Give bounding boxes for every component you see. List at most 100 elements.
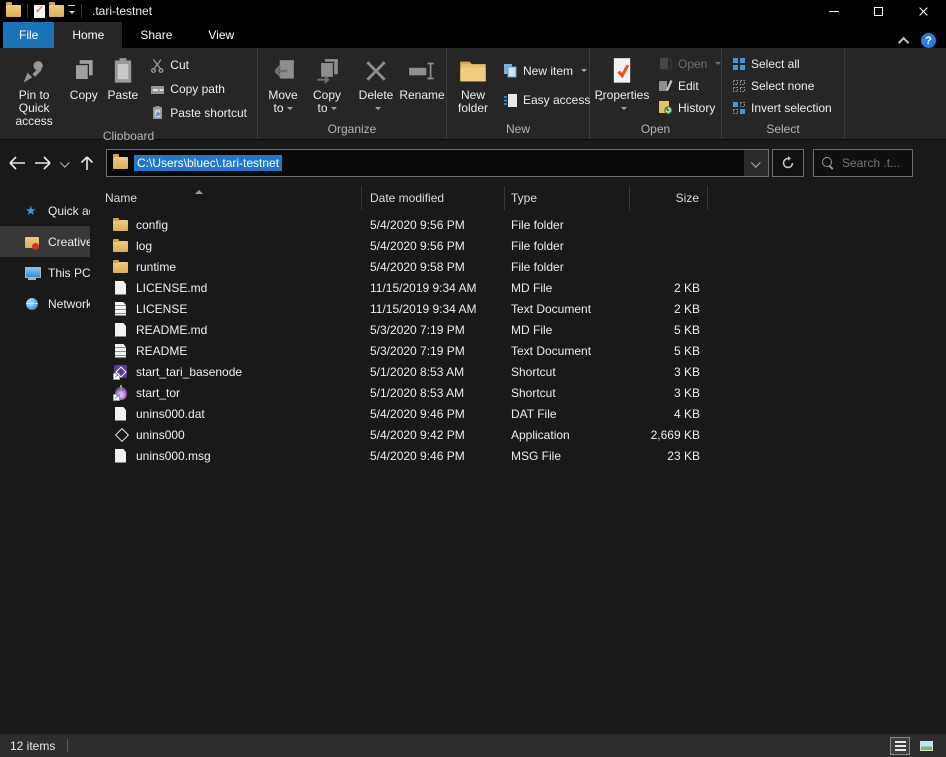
file-type: MSG File <box>505 445 630 466</box>
shortcut-arrow-icon: ↗ <box>113 373 120 380</box>
details-view-icon <box>895 741 906 751</box>
address-dropdown-button[interactable] <box>744 150 768 176</box>
copy-path-button[interactable]: Copy path <box>147 79 250 100</box>
table-row[interactable]: runtime 5/4/2020 9:58 PM File folder <box>90 256 946 277</box>
qat-customize-button[interactable] <box>68 5 75 17</box>
table-row[interactable]: LICENSE.md 11/15/2019 9:34 AM MD File 2 … <box>90 277 946 298</box>
back-button[interactable] <box>4 150 30 176</box>
copy-button[interactable]: Copy <box>65 50 102 128</box>
tab-share[interactable]: Share <box>122 22 190 48</box>
file-type: DAT File <box>505 403 630 424</box>
address-bar[interactable]: C:\Users\bluec\.tari-testnet <box>106 149 769 177</box>
delete-button[interactable]: Delete <box>355 50 397 121</box>
search-input[interactable] <box>842 156 904 170</box>
table-row[interactable]: LICENSE 11/15/2019 9:34 AM Text Document… <box>90 298 946 319</box>
ribbon-group-organize: Move to Copy to Delete Rename <box>258 48 447 139</box>
easy-access-icon <box>503 93 518 108</box>
file-type: Shortcut <box>505 361 630 382</box>
rename-button[interactable]: Rename <box>397 50 447 121</box>
file-date-modified: 5/3/2020 7:19 PM <box>362 319 505 340</box>
table-row[interactable]: README.md 5/3/2020 7:19 PM MD File 5 KB <box>90 319 946 340</box>
edit-button[interactable]: Edit <box>655 75 724 96</box>
address-path-text[interactable]: C:\Users\bluec\.tari-testnet <box>134 155 282 171</box>
file-rows: config 5/4/2020 9:56 PM File folder log … <box>90 214 946 466</box>
folder-icon <box>113 217 129 233</box>
tab-home[interactable]: Home <box>54 22 122 48</box>
recent-locations-button[interactable] <box>56 150 74 176</box>
column-header-size[interactable]: Size <box>630 186 708 210</box>
select-none-button[interactable]: Select none <box>729 75 835 96</box>
help-icon[interactable]: ? <box>921 33 936 48</box>
table-row[interactable]: log 5/4/2020 9:56 PM File folder <box>90 235 946 256</box>
history-button[interactable]: History <box>655 97 724 118</box>
sidebar-item-quick-ac[interactable]: Quick ac <box>0 195 90 226</box>
status-bar: 12 items <box>0 734 946 757</box>
scissors-icon <box>150 58 165 73</box>
cut-button[interactable]: Cut <box>147 55 250 76</box>
file-name: README <box>136 344 187 358</box>
tab-file[interactable]: File <box>3 22 54 48</box>
new-folder-button[interactable]: New folder <box>450 50 496 121</box>
details-view-button[interactable] <box>890 737 910 755</box>
properties-qat-icon[interactable]: ✓ <box>34 5 45 18</box>
file-size: 4 KB <box>630 403 708 424</box>
sidebar-item-creative[interactable]: Creative <box>0 226 90 257</box>
table-row[interactable]: ↗ start_tari_basenode 5/1/2020 8:53 AM S… <box>90 361 946 382</box>
new-folder-qat-icon[interactable] <box>49 5 64 17</box>
refresh-button[interactable] <box>772 149 804 177</box>
invert-selection-button[interactable]: Invert selection <box>729 97 835 118</box>
properties-icon <box>610 53 634 89</box>
group-label-new: New <box>447 121 589 139</box>
table-row[interactable]: unins000 5/4/2020 9:42 PM Application 2,… <box>90 424 946 445</box>
folder-icon <box>113 157 128 169</box>
column-header-date-modified[interactable]: Date modified <box>362 186 505 210</box>
minimize-button[interactable] <box>811 0 856 22</box>
tab-view[interactable]: View <box>190 22 252 48</box>
table-row[interactable]: unins000.msg 5/4/2020 9:46 PM MSG File 2… <box>90 445 946 466</box>
paste-shortcut-icon <box>150 105 165 120</box>
large-icons-view-button[interactable] <box>916 737 936 755</box>
new-folder-icon <box>458 53 488 89</box>
file-type: File folder <box>505 235 630 256</box>
folder-icon <box>113 259 129 275</box>
copy-to-button[interactable]: Copy to <box>305 50 349 121</box>
back-arrow-icon <box>8 156 26 170</box>
table-row[interactable]: README 5/3/2020 7:19 PM Text Document 5 … <box>90 340 946 361</box>
file-date-modified: 5/3/2020 7:19 PM <box>362 340 505 361</box>
dropdown-caret <box>287 107 293 113</box>
dropdown-caret <box>715 62 721 68</box>
paste-icon <box>111 53 135 89</box>
paste-shortcut-button[interactable]: Paste shortcut <box>147 102 250 123</box>
dropdown-caret <box>621 107 627 113</box>
sidebar-item-this-pc[interactable]: This PC <box>0 257 90 288</box>
close-button[interactable] <box>901 0 946 22</box>
pin-to-quick-access-button[interactable]: Pin to Quick access <box>3 50 65 128</box>
select-all-button[interactable]: Select all <box>729 53 835 74</box>
table-row[interactable]: unins000.dat 5/4/2020 9:46 PM DAT File 4… <box>90 403 946 424</box>
gem-icon <box>113 427 129 443</box>
file-name: start_tari_basenode <box>136 365 242 379</box>
minimize-icon <box>829 11 839 12</box>
properties-button[interactable]: Properties <box>593 50 651 121</box>
shortcut-arrow-icon: ↗ <box>113 394 120 401</box>
paste-button[interactable]: Paste <box>102 50 143 128</box>
file-date-modified: 5/1/2020 8:53 AM <box>362 382 505 403</box>
open-button[interactable]: Open <box>655 53 724 74</box>
file-date-modified: 5/4/2020 9:46 PM <box>362 445 505 466</box>
minimize-ribbon-icon[interactable] <box>898 36 909 47</box>
sidebar-item-network[interactable]: Network <box>0 288 90 319</box>
file-date-modified: 5/1/2020 8:53 AM <box>362 361 505 382</box>
group-label-select: Select <box>722 121 844 139</box>
move-to-button[interactable]: Move to <box>261 50 305 121</box>
maximize-button[interactable] <box>856 0 901 22</box>
forward-button[interactable] <box>30 150 56 176</box>
up-button[interactable] <box>74 150 100 176</box>
search-box[interactable] <box>813 149 913 177</box>
file-name: unins000 <box>136 428 185 442</box>
file-type: File folder <box>505 214 630 235</box>
table-row[interactable]: config 5/4/2020 9:56 PM File folder <box>90 214 946 235</box>
table-row[interactable]: ↗ start_tor 5/1/2020 8:53 AM Shortcut 3 … <box>90 382 946 403</box>
column-header-name[interactable]: Name <box>90 186 362 210</box>
column-header-type[interactable]: Type <box>505 186 630 210</box>
group-label-organize: Organize <box>258 121 446 139</box>
